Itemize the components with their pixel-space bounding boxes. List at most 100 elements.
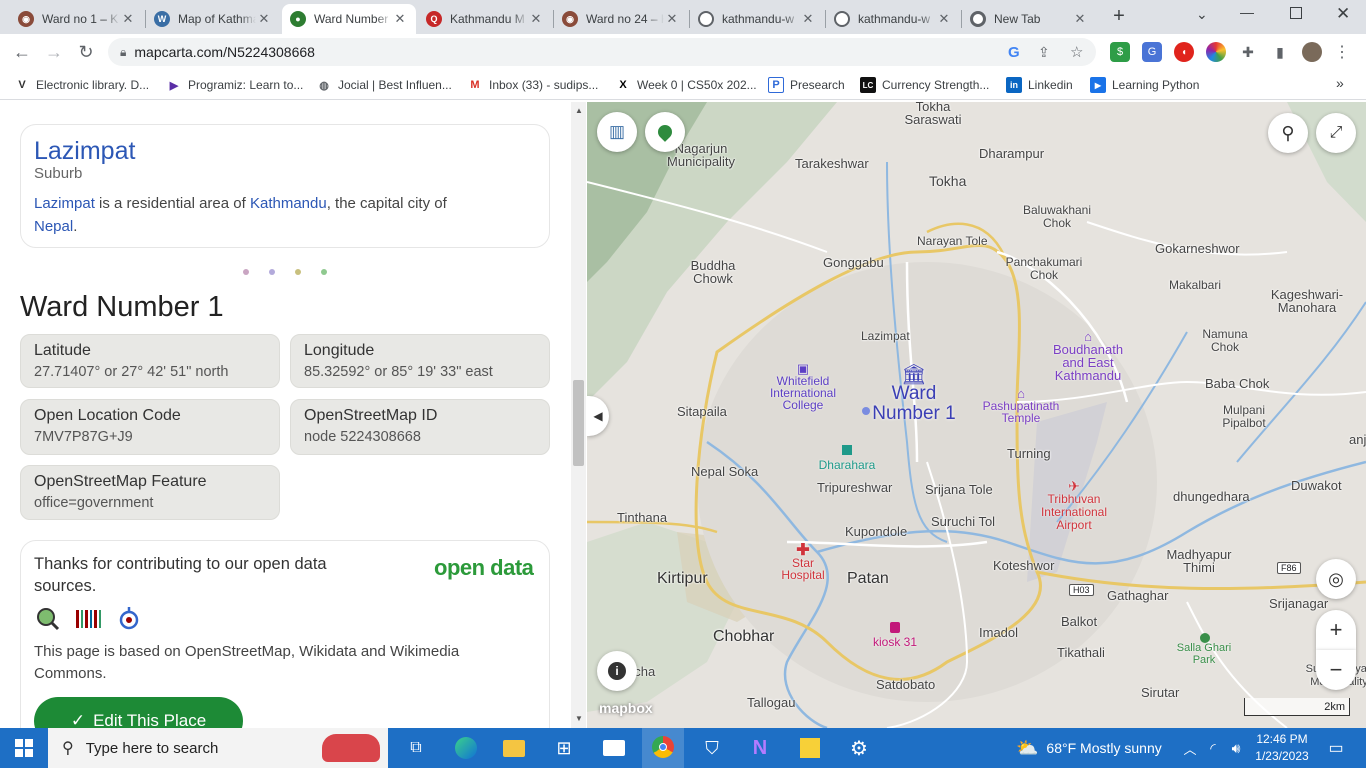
- forward-icon[interactable]: →: [41, 40, 67, 64]
- chrome-taskbar-button[interactable]: [642, 728, 684, 768]
- map-place-label[interactable]: Sitapaila: [677, 404, 727, 419]
- map-layers-button[interactable]: ▥: [597, 112, 637, 152]
- map-place-label[interactable]: Patan: [847, 570, 889, 588]
- weather-widget[interactable]: ⛅ 68°F Mostly sunny: [1016, 728, 1162, 768]
- close-icon[interactable]: ✕: [936, 11, 952, 27]
- new-tab-icon[interactable]: +: [1108, 6, 1130, 28]
- map-place-label[interactable]: Balkot: [1061, 614, 1097, 629]
- share-icon[interactable]: ⇪: [1038, 44, 1050, 61]
- map-place-label[interactable]: Kupondole: [845, 524, 907, 539]
- bookmark-programiz[interactable]: ▶ Programiz: Learn to...: [166, 76, 304, 94]
- close-window-icon[interactable]: ✕: [1336, 4, 1350, 24]
- map-place-label[interactable]: Gathaghar: [1107, 588, 1168, 603]
- bookmarks-overflow-icon[interactable]: »: [1336, 75, 1344, 91]
- bookmark-cs50x[interactable]: X Week 0 | CS50x 202...: [615, 76, 756, 94]
- map-pin-button[interactable]: [645, 112, 685, 152]
- close-icon[interactable]: ✕: [392, 11, 408, 27]
- windows-start-icon[interactable]: [10, 734, 38, 762]
- close-icon[interactable]: ✕: [1072, 11, 1088, 27]
- map-search-button[interactable]: ⚲: [1268, 113, 1308, 153]
- map-place-label[interactable]: dhungedhara: [1173, 489, 1250, 504]
- tab-kathmandu-m[interactable]: Q Kathmandu M ✕: [418, 4, 552, 34]
- map-place-label[interactable]: Tokha: [929, 173, 966, 189]
- reload-icon[interactable]: ↻: [73, 40, 99, 64]
- geolocate-button[interactable]: ◎: [1316, 559, 1356, 599]
- menu-kebab-icon[interactable]: ⋮: [1332, 42, 1352, 62]
- file-explorer-icon[interactable]: [500, 734, 528, 762]
- map-place-label[interactable]: Nepal Soka: [691, 464, 758, 479]
- scroll-up-icon[interactable]: ▲: [575, 106, 583, 115]
- map-place-label[interactable]: Turning: [1007, 446, 1051, 461]
- map-place-label[interactable]: Lazimpat: [861, 329, 910, 343]
- carousel-dot[interactable]: [243, 269, 249, 275]
- google-translate-icon[interactable]: G: [1142, 42, 1162, 62]
- side-panel-icon[interactable]: ▮: [1270, 42, 1290, 62]
- minimize-icon[interactable]: —: [1240, 4, 1254, 20]
- tab-new-tab[interactable]: New Tab ✕: [962, 4, 1096, 34]
- nepal-link[interactable]: Nepal: [34, 218, 73, 235]
- map-place-label[interactable]: Sirutar: [1141, 685, 1179, 700]
- panel-scrollbar[interactable]: ▲ ▼: [571, 102, 586, 728]
- selected-place-marker[interactable]: 🏛︎ Ward Number 1: [859, 365, 969, 424]
- map-place-label[interactable]: Mulpani Pipalbot: [1213, 404, 1275, 430]
- map-place-label[interactable]: Tripureshwar: [817, 480, 892, 495]
- map-place-label[interactable]: Kirtipur: [657, 570, 708, 588]
- close-icon[interactable]: ✕: [664, 11, 680, 27]
- scrollbar-thumb[interactable]: [573, 380, 584, 466]
- edge-icon[interactable]: [452, 734, 480, 762]
- map-place-label[interactable]: Tallogau: [747, 695, 795, 710]
- back-icon[interactable]: ←: [9, 40, 35, 64]
- visual-studio-icon[interactable]: N: [746, 734, 774, 762]
- map-place-label[interactable]: Namuna Chok: [1195, 328, 1255, 354]
- close-icon[interactable]: ✕: [256, 11, 272, 27]
- map-place-label[interactable]: Panchakumari Chok: [995, 256, 1093, 282]
- map-place-label[interactable]: Dharampur: [979, 146, 1044, 161]
- map-place-label[interactable]: Makalbari: [1169, 278, 1221, 292]
- bookmark-gmail-inbox[interactable]: M Inbox (33) - sudips...: [467, 76, 598, 94]
- settings-gear-icon[interactable]: ⚙: [845, 734, 873, 762]
- zoom-out-button[interactable]: −: [1316, 650, 1356, 690]
- bookmark-star-icon[interactable]: ☆: [1070, 43, 1083, 61]
- microsoft-store-icon[interactable]: ⊞: [550, 734, 578, 762]
- tab-ward-no-24[interactable]: ◉ Ward no 24 – K ✕: [554, 4, 688, 34]
- adblock-icon[interactable]: ◖: [1174, 42, 1194, 62]
- map-place-label[interactable]: Gonggabu: [823, 255, 884, 270]
- map-place-label[interactable]: Madhyapur Thimi: [1153, 548, 1245, 574]
- security-shield-icon[interactable]: ⛉: [698, 734, 726, 762]
- bookmark-learning-python[interactable]: ▶ Learning Python: [1090, 76, 1199, 94]
- poi-tribhuvan-airport[interactable]: ✈ Tribhuvan International Airport: [1033, 479, 1115, 532]
- poi-dharahara[interactable]: Dharahara: [809, 445, 885, 472]
- map-place-label[interactable]: Koteshwor: [993, 558, 1054, 573]
- volume-icon[interactable]: 🔊︎: [1222, 734, 1250, 762]
- extensions-puzzle-icon[interactable]: ✚: [1238, 42, 1258, 62]
- map-place-label[interactable]: Tikathali: [1057, 645, 1105, 660]
- map-place-label[interactable]: Baluwakhani Chok: [1015, 204, 1099, 230]
- task-view-icon[interactable]: ⧉: [402, 734, 430, 762]
- map-place-label[interactable]: anjad: [1349, 432, 1366, 447]
- tab-ward-no-1[interactable]: ◉ Ward no 1 – K ✕: [10, 4, 144, 34]
- bookmark-electronic-library[interactable]: V Electronic library. D...: [14, 76, 149, 94]
- map-place-label[interactable]: Duwakot: [1291, 478, 1342, 493]
- google-lens-icon[interactable]: G: [1008, 44, 1020, 61]
- wikimedia-commons-icon[interactable]: [117, 607, 141, 631]
- carousel-dot[interactable]: [295, 269, 301, 275]
- tab-map-of-kathmandu[interactable]: W Map of Kathmandu ✕: [146, 4, 280, 34]
- map-place-label[interactable]: Gokarneshwor: [1155, 241, 1240, 256]
- close-icon[interactable]: ✕: [120, 11, 136, 27]
- carousel-dot[interactable]: [269, 269, 275, 275]
- poi-pashupatinath[interactable]: ⌂ Pashupatinath Temple: [975, 387, 1067, 424]
- map-place-label[interactable]: Tokha Saraswati: [903, 102, 963, 126]
- tab-ward-number-1[interactable]: ● Ward Number 1 ✕: [282, 4, 416, 34]
- map-place-label[interactable]: Satdobato: [876, 677, 935, 692]
- poi-star-hospital[interactable]: ✚ Star Hospital: [773, 543, 833, 582]
- poi-whitefield-college[interactable]: ▣ Whitefield International College: [768, 362, 838, 411]
- bookmark-linkedin[interactable]: in Linkedin: [1006, 76, 1073, 94]
- mapbox-logo[interactable]: mapbox: [599, 700, 653, 716]
- extension-green-icon[interactable]: $: [1110, 42, 1130, 62]
- bookmark-currency-strength[interactable]: LC Currency Strength...: [860, 76, 989, 94]
- sticky-notes-icon[interactable]: [796, 734, 824, 762]
- poi-salla-ghari-park[interactable]: Salla Ghari Park: [1167, 642, 1241, 666]
- carousel-dot[interactable]: [321, 269, 327, 275]
- close-icon[interactable]: ✕: [528, 11, 544, 27]
- tab-kathmandu-w-2[interactable]: kathmandu-w ✕: [826, 4, 960, 34]
